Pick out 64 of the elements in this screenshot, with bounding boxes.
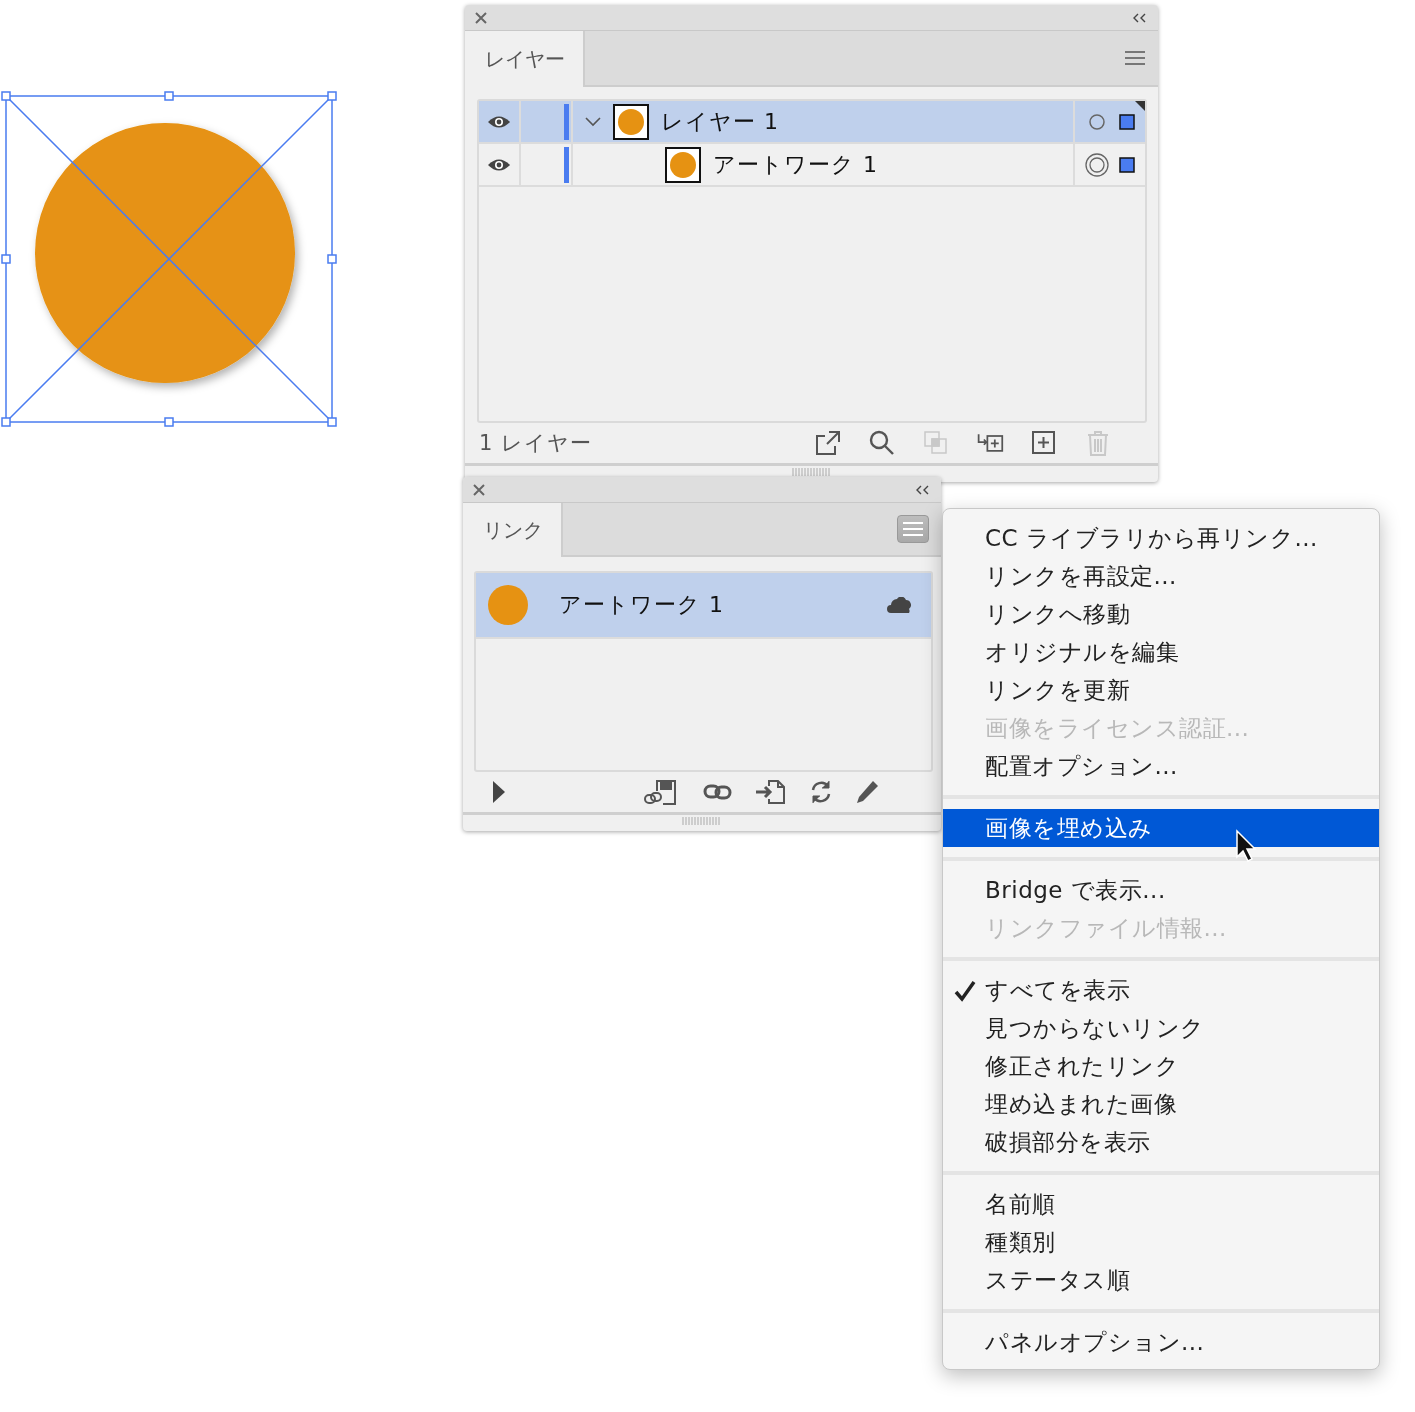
targeted-circle-icon[interactable] bbox=[1085, 152, 1109, 177]
menu-item[interactable]: 見つからないリンク bbox=[943, 1009, 1379, 1047]
selection-bounding-box[interactable] bbox=[1, 91, 337, 427]
play-button[interactable] bbox=[493, 781, 505, 803]
menu-item[interactable]: すべてを表示 bbox=[943, 971, 1379, 1009]
trash-icon bbox=[1087, 430, 1109, 456]
export-icon bbox=[815, 431, 841, 455]
menu-item[interactable]: 修正されたリンク bbox=[943, 1047, 1379, 1085]
layers-tab[interactable]: レイヤー bbox=[465, 31, 585, 87]
layer-thumbnail bbox=[665, 146, 701, 183]
cursor-icon bbox=[1235, 829, 1257, 863]
close-icon[interactable] bbox=[473, 483, 485, 496]
eye-icon[interactable] bbox=[487, 157, 511, 172]
close-icon[interactable] bbox=[475, 11, 487, 24]
selection-square-icon[interactable] bbox=[1119, 113, 1135, 130]
corner-mark-icon bbox=[1135, 101, 1145, 111]
menu-item[interactable]: 種類別 bbox=[943, 1223, 1379, 1261]
menu-item[interactable]: CC ライブラリから再リンク... bbox=[943, 519, 1379, 557]
arrow-into-plus-icon bbox=[976, 432, 1004, 454]
menu-item[interactable]: Bridge で表示... bbox=[943, 871, 1379, 909]
links-tab[interactable]: リンク bbox=[463, 503, 563, 557]
plus-square-icon bbox=[1032, 431, 1056, 455]
menu-item[interactable]: 配置オプション... bbox=[943, 747, 1379, 785]
link-icon bbox=[703, 783, 733, 801]
play-icon bbox=[493, 781, 505, 803]
layer-count: 1 レイヤー bbox=[479, 430, 593, 457]
selection-square-icon[interactable] bbox=[1119, 156, 1135, 173]
link-name[interactable]: アートワーク 1 bbox=[559, 590, 724, 620]
layer-row[interactable]: レイヤー 1 bbox=[479, 101, 1145, 144]
menu-item[interactable]: 埋め込まれた画像 bbox=[943, 1085, 1379, 1123]
layer-color-bar bbox=[563, 103, 569, 140]
menu-item[interactable]: 名前順 bbox=[943, 1185, 1379, 1223]
layer-name[interactable]: レイヤー 1 bbox=[661, 106, 779, 137]
toolbar-button[interactable] bbox=[814, 428, 842, 458]
panel-menu-button[interactable] bbox=[1124, 50, 1146, 66]
link-thumbnail bbox=[487, 584, 529, 626]
chevron-icon[interactable] bbox=[585, 116, 601, 127]
menu-icon bbox=[1124, 50, 1146, 66]
layer-thumbnail bbox=[613, 103, 649, 140]
menu-item[interactable]: ステータス順 bbox=[943, 1261, 1379, 1299]
overlapping-squares-icon bbox=[924, 431, 948, 455]
eye-icon[interactable] bbox=[487, 114, 511, 129]
menu-item[interactable]: 破損部分を表示 bbox=[943, 1123, 1379, 1161]
layer-row[interactable]: アートワーク 1 bbox=[479, 144, 1145, 187]
link-row[interactable]: アートワーク 1 bbox=[476, 573, 931, 639]
refresh-icon bbox=[809, 780, 833, 804]
menu-item[interactable]: オリジナルを編集 bbox=[943, 633, 1379, 671]
collapse-icon[interactable] bbox=[1133, 12, 1146, 23]
resize-grip[interactable] bbox=[791, 468, 832, 476]
arrow-into-page-icon bbox=[755, 780, 787, 804]
layer-name[interactable]: アートワーク 1 bbox=[713, 149, 878, 180]
panel-menu-button[interactable] bbox=[897, 515, 929, 543]
layer-color-bar bbox=[563, 146, 569, 183]
menu-item[interactable]: リンクを再設定... bbox=[943, 557, 1379, 595]
pencil-icon bbox=[855, 780, 879, 804]
menu-item[interactable]: リンクへ移動 bbox=[943, 595, 1379, 633]
search-icon bbox=[869, 430, 895, 456]
resize-grip[interactable] bbox=[682, 817, 722, 825]
toolbar-button[interactable] bbox=[755, 777, 787, 807]
menu-icon bbox=[902, 522, 924, 536]
menu-item[interactable]: リンクを更新 bbox=[943, 671, 1379, 709]
collapse-icon[interactable] bbox=[916, 484, 929, 495]
menu-item[interactable]: パネルオプション... bbox=[943, 1323, 1379, 1361]
cloud-icon bbox=[887, 597, 913, 613]
